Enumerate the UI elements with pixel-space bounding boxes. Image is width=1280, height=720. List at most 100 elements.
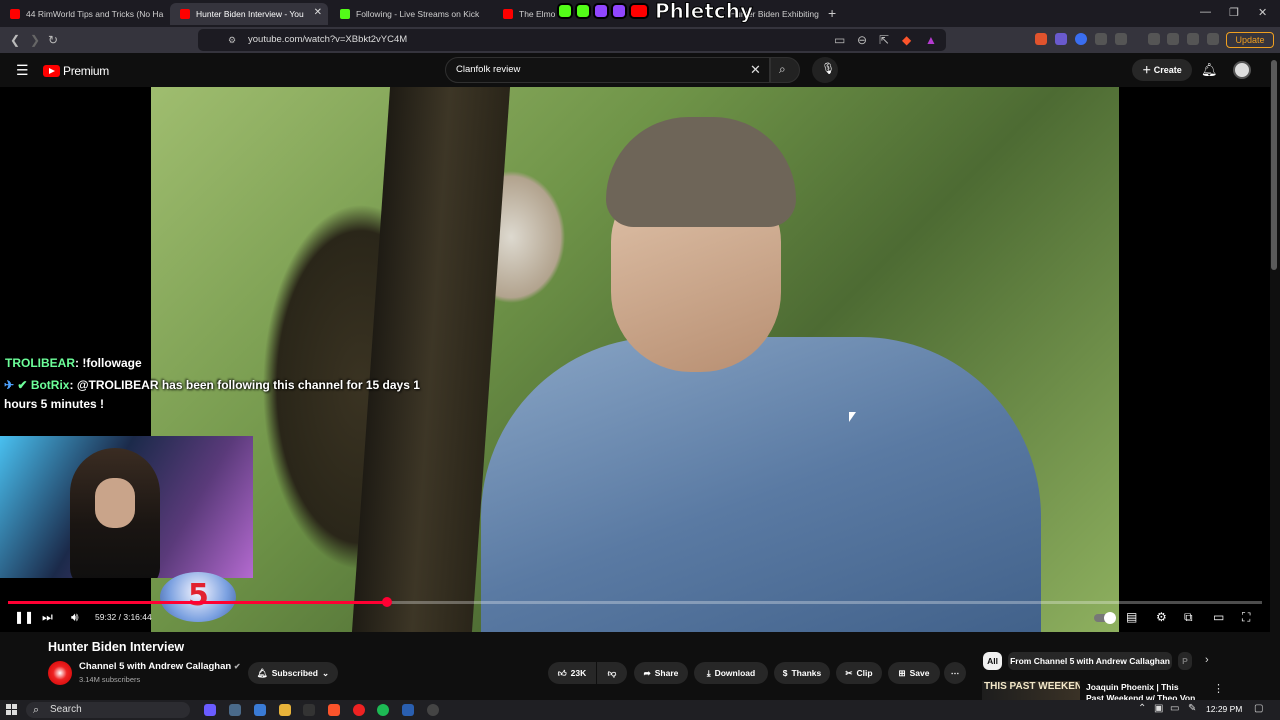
video-title: Hunter Biden Interview xyxy=(48,640,185,654)
taskbar-search-label: Search xyxy=(50,704,82,715)
restore-icon[interactable]: ❐ xyxy=(1229,6,1239,19)
brave-rewards-icon[interactable]: ▲ xyxy=(925,33,937,47)
browser-tab-active[interactable]: Hunter Biden Interview - You ✕ xyxy=(170,3,328,25)
chat-message-continuation: hours 5 minutes ! xyxy=(4,397,105,411)
tab-title: 44 RimWorld Tips and Tricks (No Ha xyxy=(26,9,164,19)
pen-icon[interactable]: ✎ xyxy=(1188,703,1196,714)
menu-icon[interactable]: ☰ xyxy=(16,62,29,79)
store-icon[interactable] xyxy=(254,704,266,716)
thumbs-up-icon: 👍︎ xyxy=(557,667,567,678)
like-button[interactable]: 👍︎ 23K xyxy=(548,662,596,684)
steam-icon[interactable] xyxy=(402,704,414,716)
progress-bar[interactable] xyxy=(8,597,1262,607)
share-page-icon[interactable]: ⇱ xyxy=(879,33,889,47)
taskview-icon[interactable] xyxy=(229,704,241,716)
autoplay-toggle[interactable] xyxy=(1094,612,1116,624)
miniplayer-icon[interactable]: ⧉ xyxy=(1184,610,1193,625)
close-window-icon[interactable]: ✕ xyxy=(1258,6,1267,19)
zoom-icon[interactable]: ⊖ xyxy=(857,33,867,47)
pause-icon[interactable]: ❚❚ xyxy=(14,610,34,624)
extension-icon[interactable] xyxy=(1055,33,1067,45)
forward-icon[interactable]: ❯ xyxy=(30,33,40,47)
file-explorer-icon[interactable] xyxy=(279,704,291,716)
dislike-button[interactable]: 👎︎ xyxy=(597,662,627,684)
youtube-logo-icon xyxy=(629,3,649,19)
bell-icon: 🔔︎ xyxy=(256,667,268,678)
browser-tab[interactable]: 44 RimWorld Tips and Tricks (No Ha xyxy=(0,3,168,25)
avatar[interactable] xyxy=(1233,61,1251,79)
share-button[interactable]: ➦ Share xyxy=(634,662,688,684)
recommendation-title[interactable]: Joaquin Phoenix | This Past Weekend w/ T… xyxy=(1086,682,1196,700)
search-button[interactable]: ⌕ xyxy=(770,57,800,83)
channel-name-text: Channel 5 with Andrew Callaghan xyxy=(79,661,232,672)
streamer-face xyxy=(95,478,135,528)
channel-avatar[interactable] xyxy=(48,661,72,685)
thumbs-down-icon: 👎︎ xyxy=(607,667,617,678)
theater-mode-icon[interactable]: ▭ xyxy=(1213,610,1224,624)
media-icon[interactable] xyxy=(1148,33,1160,45)
chip-more[interactable]: P xyxy=(1178,652,1192,670)
obs-icon[interactable] xyxy=(353,704,365,716)
browser-tab[interactable]: The Elmo xyxy=(493,3,557,25)
rumble-logo-icon xyxy=(575,3,591,19)
tray-chevron-icon[interactable]: ⌃ xyxy=(1138,703,1146,714)
browser-tab[interactable]: Following - Live Streams on Kick xyxy=(330,3,490,25)
brave-browser-icon[interactable] xyxy=(328,704,340,716)
subscribed-button[interactable]: 🔔︎ Subscribed ⌄ xyxy=(248,662,338,684)
volume-icon[interactable]: 🔊︎ xyxy=(71,610,79,625)
search-input[interactable]: Clanfolk review xyxy=(445,57,770,83)
vpn-icon[interactable] xyxy=(1207,33,1219,45)
close-tab-icon[interactable]: ✕ xyxy=(314,7,322,18)
page-scrollbar[interactable] xyxy=(1271,60,1277,270)
update-button[interactable]: Update xyxy=(1226,32,1274,48)
create-button[interactable]: ＋ Create xyxy=(1132,59,1192,81)
chevron-down-icon: ⌄ xyxy=(321,667,330,678)
brave-shield-icon[interactable]: ◆ xyxy=(902,33,911,47)
download-button[interactable]: ⤓ Download xyxy=(694,662,768,684)
clip-button[interactable]: ✂ Clip xyxy=(836,662,882,684)
next-icon[interactable]: ⏭︎ xyxy=(42,610,53,625)
copilot-icon[interactable] xyxy=(204,704,216,716)
notification-center-icon[interactable]: ▢ xyxy=(1254,703,1263,714)
reload-icon[interactable]: ↻ xyxy=(48,33,58,47)
chip-all[interactable]: All xyxy=(983,652,1002,670)
thanks-button[interactable]: $ Thanks xyxy=(774,662,830,684)
leo-icon[interactable] xyxy=(1187,33,1199,45)
puzzle-icon[interactable] xyxy=(1095,33,1107,45)
download-icon: ⤓ xyxy=(706,667,711,678)
network-icon[interactable]: ▣ xyxy=(1154,703,1163,714)
more-vertical-icon[interactable]: ⋮ xyxy=(1213,682,1224,695)
taskbar-clock[interactable]: 12:29 PM xyxy=(1206,704,1242,714)
youtube-logo[interactable]: Premium xyxy=(43,64,109,78)
thanks-icon: $ xyxy=(782,668,788,678)
extension-icon[interactable] xyxy=(1075,33,1087,45)
cast-icon[interactable]: ▭ xyxy=(834,33,845,47)
notifications-bell-icon[interactable]: 🔔︎ xyxy=(1201,62,1218,78)
taskbar-search[interactable]: ⌕ Search xyxy=(26,702,190,718)
chevron-right-icon[interactable]: › xyxy=(1205,654,1209,666)
panel-icon[interactable] xyxy=(1167,33,1179,45)
recommendation-thumbnail[interactable]: THIS PAST WEEKEND xyxy=(982,681,1080,701)
chip-from-channel[interactable]: From Channel 5 with Andrew Callaghan xyxy=(1008,652,1172,670)
plus-icon: ＋ xyxy=(1142,65,1154,75)
clear-search-icon[interactable]: ✕ xyxy=(750,62,761,78)
settings-gear-icon[interactable]: ⚙ xyxy=(1156,610,1167,624)
minimize-icon[interactable]: — xyxy=(1200,6,1211,18)
fullscreen-icon[interactable]: ⛶ xyxy=(1242,610,1250,625)
back-icon[interactable]: ❮ xyxy=(10,33,20,47)
channel-name[interactable]: Channel 5 with Andrew Callaghan ✔ xyxy=(79,661,241,672)
save-button[interactable]: ⊞ Save xyxy=(888,662,940,684)
app-icon[interactable] xyxy=(427,704,439,716)
new-tab-button[interactable]: + xyxy=(828,5,836,21)
subtitles-icon[interactable]: ▤ xyxy=(1126,610,1137,624)
voice-search-button[interactable]: 🎙 xyxy=(812,57,838,83)
windows-start-icon[interactable] xyxy=(6,704,17,715)
terminal-icon[interactable] xyxy=(303,704,315,716)
video-frame[interactable] xyxy=(151,87,1119,632)
sidebar-icon[interactable] xyxy=(1115,33,1127,45)
site-info-icon[interactable]: ⚙ xyxy=(228,35,236,46)
display-icon[interactable]: ▭ xyxy=(1170,703,1179,714)
more-actions-button[interactable]: ⋯ xyxy=(944,662,966,684)
extension-icon[interactable] xyxy=(1035,33,1047,45)
spotify-icon[interactable] xyxy=(377,704,389,716)
